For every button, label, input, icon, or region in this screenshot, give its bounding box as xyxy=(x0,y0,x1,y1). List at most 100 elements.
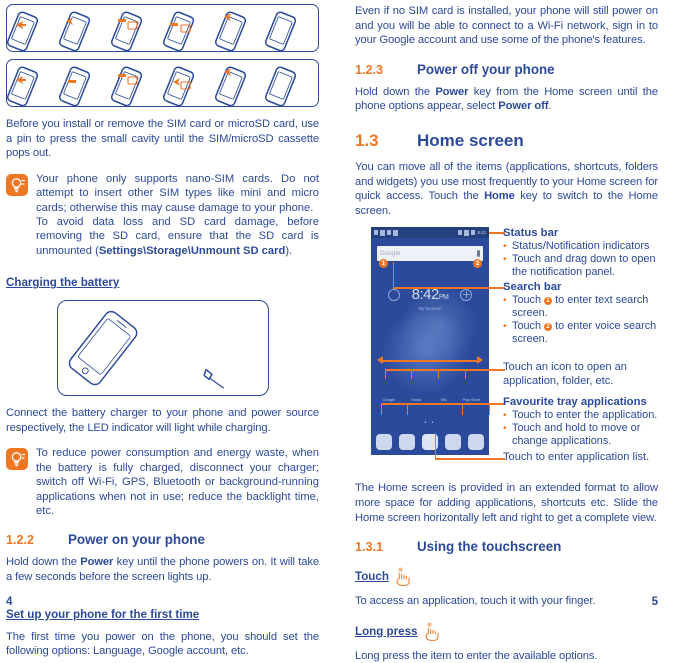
section-title: Power off your phone xyxy=(417,61,555,77)
leader-line-search-vertical xyxy=(393,262,395,289)
bluetooth-icon xyxy=(458,230,463,236)
sim-insertion-illustration xyxy=(6,4,319,52)
favourite-tray xyxy=(373,434,487,451)
app-label: Mix xyxy=(440,398,447,403)
callout-text: Touch to enter application list. xyxy=(503,451,650,464)
leader-line-app-row xyxy=(385,369,489,371)
extended-home-paragraph: The Home screen is provided in an extend… xyxy=(355,482,658,524)
camera-icon[interactable] xyxy=(444,434,461,451)
tip-line-2: To avoid data loss and SD card damage, b… xyxy=(36,215,319,258)
tip-box-power: To reduce power consumption and energy w… xyxy=(6,446,319,518)
leader-line-app-2 xyxy=(411,369,413,380)
badge-2: 2 xyxy=(544,323,553,332)
tip-text-power: To reduce power consumption and energy w… xyxy=(36,446,319,518)
long-press-heading-row: Long press xyxy=(355,622,658,641)
list-item: Touch to enter the application. xyxy=(503,409,658,422)
arrow-right-icon xyxy=(477,356,483,365)
signal-icon xyxy=(374,230,378,236)
setup-first-time-heading: Set up your phone for the first time xyxy=(6,607,200,621)
long-press-heading: Long press xyxy=(355,624,418,638)
badge-1: 1 xyxy=(544,297,553,306)
notification-icon xyxy=(393,229,398,236)
section-heading-1-3: 1.3 Home screen xyxy=(355,131,658,151)
callout-icon-note: Touch an icon to open an application, fo… xyxy=(503,361,658,388)
callout-app-list-note: Touch to enter application list. xyxy=(503,451,649,464)
tip-line-2-b: ). xyxy=(285,244,293,257)
section-number: 1.3 xyxy=(355,130,379,150)
add-widget-icon[interactable] xyxy=(460,288,473,301)
touch-label-1: Touch xyxy=(512,294,545,307)
message-icon xyxy=(387,230,391,236)
section-number: 1.2.3 xyxy=(355,62,384,77)
clock-widget[interactable]: 8:42PM xyxy=(371,286,489,303)
status-bar-time: 8:42 xyxy=(477,230,486,236)
power-off-paragraph: Hold down the Power key from the Home sc… xyxy=(355,85,658,114)
signal-bars-icon xyxy=(464,229,470,236)
microsd-insertion-illustration xyxy=(6,59,319,107)
left-column: Before you install or remove the SIM car… xyxy=(0,0,337,657)
tip-line-1: Your phone only supports nano-SIM cards.… xyxy=(36,172,319,214)
messages-icon[interactable] xyxy=(399,434,416,451)
clock-widget-subtitle: My location xyxy=(418,306,442,312)
power-on-paragraph: Hold down the Power key until the phone … xyxy=(6,555,319,584)
callout-list: Status/Notification indicators Touch and… xyxy=(503,240,658,279)
manual-page: Before you install or remove the SIM car… xyxy=(0,0,674,662)
hand-long-press-icon xyxy=(423,622,440,641)
callout-title: Favourite tray applications xyxy=(503,396,647,409)
tip-box-sim: Your phone only supports nano-SIM cards.… xyxy=(6,172,319,258)
leader-line-app-1 xyxy=(385,369,387,380)
leader-line-app-3 xyxy=(438,369,440,380)
charging-the-battery-heading: Charging the battery xyxy=(6,276,120,290)
sim-intro-paragraph: Before you install or remove the SIM car… xyxy=(6,118,319,160)
page-number-left: 4 xyxy=(6,596,13,608)
leader-line-tray-1 xyxy=(381,403,383,416)
callout-status-bar: Status bar Status/Notification indicator… xyxy=(503,227,658,279)
home-screen-intro: You can move all of the items (applicati… xyxy=(355,160,658,218)
callout-title: Status bar xyxy=(503,227,559,240)
leader-line-search-bend xyxy=(393,287,465,289)
leader-line-tray-2 xyxy=(407,403,409,416)
section-title: Power on your phone xyxy=(68,532,205,548)
list-item: Touch 1 to enter text search screen. xyxy=(503,294,658,320)
power-on-a: Hold down the xyxy=(6,556,81,569)
power-off-a: Hold down the xyxy=(355,85,436,98)
leader-line-tray-3 xyxy=(462,403,464,416)
touch-heading-row: Touch xyxy=(355,567,658,587)
power-on-bold: Power xyxy=(80,556,114,569)
section-title: Using the touchscreen xyxy=(417,539,562,555)
arrow-line xyxy=(381,360,479,362)
browser-icon[interactable] xyxy=(467,434,484,451)
long-press-paragraph: Long press the item to enter the availab… xyxy=(355,649,598,662)
callout-text: Touch an icon to open an application, fo… xyxy=(503,361,627,387)
status-right-icons: 8:42 xyxy=(458,229,486,236)
touch-heading: Touch xyxy=(355,570,389,584)
home-screen-annotated-diagram: 8:42 Google 8:42PM My location Google Em… xyxy=(355,227,658,475)
clock-time-value: 8:42 xyxy=(411,286,440,304)
microphone-icon[interactable] xyxy=(477,250,480,258)
page-indicator-dots: • • xyxy=(424,420,436,427)
leader-line-tray-4 xyxy=(489,403,491,416)
list-item: Touch 2 to enter voice search screen. xyxy=(503,320,658,346)
section-number: 1.2.2 xyxy=(6,533,35,548)
tip-power-text: To reduce power consumption and energy w… xyxy=(36,447,319,518)
tip-lightbulb-icon xyxy=(6,173,28,196)
section-number: 1.3.1 xyxy=(355,540,384,555)
google-search-bar[interactable]: Google xyxy=(377,246,483,262)
power-off-bold-2: Power off xyxy=(498,100,549,113)
callout-search-bar: Search bar Touch 1 to enter text search … xyxy=(503,281,658,346)
callout-list: Touch to enter the application. Touch an… xyxy=(503,409,658,448)
callout-title: Search bar xyxy=(503,281,562,294)
phone-wallpaper: Google 8:42PM My location Google Email M… xyxy=(371,238,489,456)
search-bar-label: Google xyxy=(380,250,401,257)
section-heading-1-3-1: 1.3.1 Using the touchscreen xyxy=(355,539,658,554)
list-item: Touch and drag down to open the notifica… xyxy=(503,253,658,279)
swipe-direction-arrows xyxy=(377,356,483,365)
callout-list: Touch 1 to enter text search screen. Tou… xyxy=(503,294,658,346)
app-label: Email xyxy=(411,398,422,403)
power-off-bold-1: Power xyxy=(435,85,469,98)
page-number-right: 5 xyxy=(651,596,658,608)
phone-dialer-icon[interactable] xyxy=(376,434,393,451)
status-left-icons xyxy=(374,229,398,236)
setup-paragraph: The first time you power on the phone, y… xyxy=(6,630,319,658)
leader-line-tray-row xyxy=(381,403,489,405)
